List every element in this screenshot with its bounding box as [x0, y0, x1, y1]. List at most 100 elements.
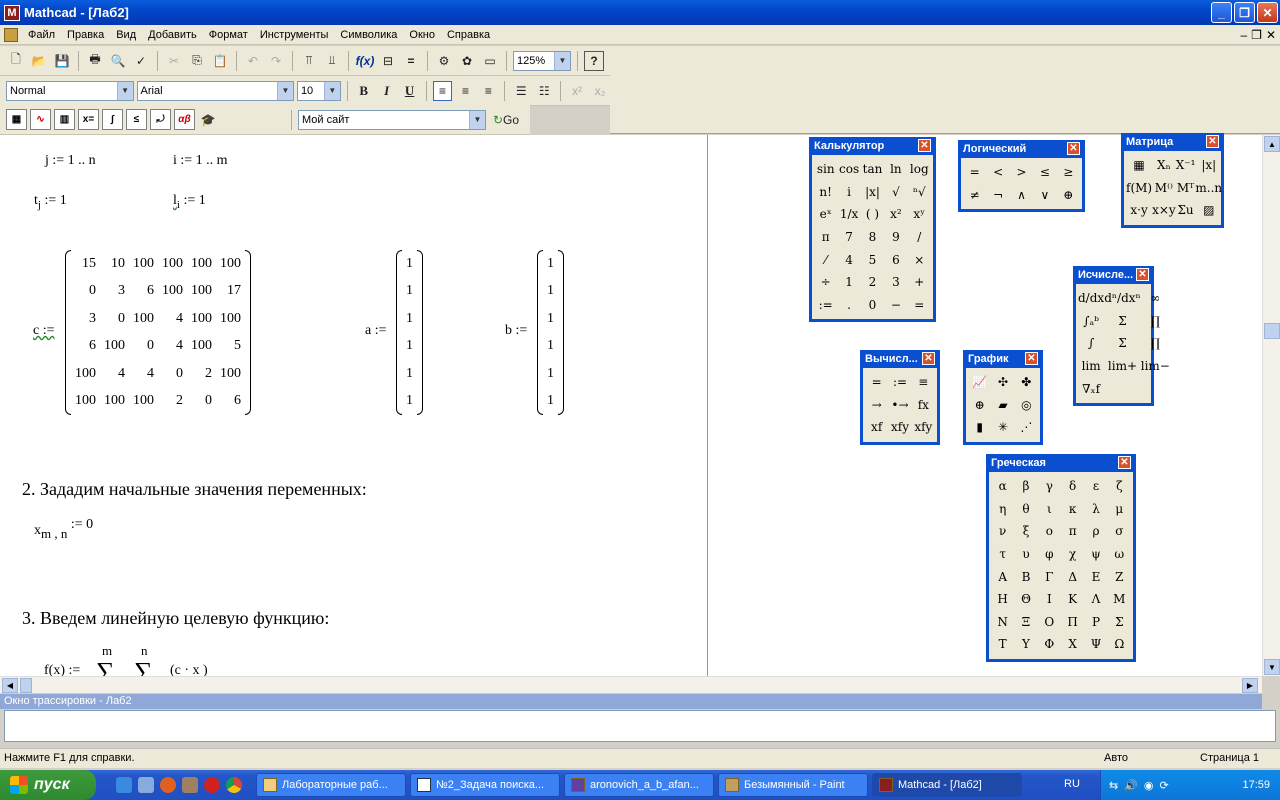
greek-button[interactable]: Ι — [1038, 588, 1061, 611]
c-matrix-cell[interactable]: 4 — [100, 360, 129, 388]
b-label[interactable]: b := — [505, 323, 527, 339]
calculator-button[interactable]: 1/x — [837, 203, 860, 226]
undo-icon[interactable]: ↶ — [243, 51, 263, 71]
palette-titlebar[interactable]: Исчисле... ✕ — [1076, 266, 1151, 284]
boolean-button[interactable]: ≠ — [963, 184, 986, 207]
scroll-left-icon[interactable]: ◀ — [2, 678, 18, 693]
doc-close-button[interactable]: ✕ — [1266, 28, 1276, 42]
calculator-button[interactable]: . — [837, 294, 860, 317]
task-button-word[interactable]: №2_Задача поиска... — [410, 773, 560, 797]
calculator-button[interactable]: |x| — [861, 181, 884, 204]
matrix-button[interactable]: M⁽⁾ — [1152, 177, 1176, 200]
calculator-button[interactable]: tan — [861, 158, 884, 181]
align-top-icon[interactable]: ⫪ — [299, 51, 319, 71]
calculator-button[interactable]: / — [908, 226, 931, 249]
chevron-down-icon[interactable]: ▼ — [276, 81, 293, 100]
calculator-button[interactable]: n! — [814, 181, 837, 204]
c-matrix-cell[interactable]: 100 — [100, 388, 129, 416]
go-button[interactable]: ↻ Go — [489, 110, 523, 130]
b-vector-cell[interactable]: 1 — [543, 305, 558, 333]
greek-button[interactable]: Ν — [991, 611, 1014, 634]
opera-icon[interactable] — [204, 777, 220, 793]
doc-restore-button[interactable]: ❐ — [1251, 28, 1262, 42]
boolean-button[interactable]: > — [1010, 161, 1033, 184]
calculator-button[interactable]: = — [908, 294, 931, 317]
calculator-button[interactable]: 8 — [861, 226, 884, 249]
c-matrix-cell[interactable]: 0 — [71, 278, 100, 306]
menu-file[interactable]: Файл — [22, 29, 61, 41]
b-vector-cell[interactable]: 1 — [543, 278, 558, 306]
greek-button[interactable]: Σ — [1108, 611, 1131, 634]
c-matrix-cell[interactable]: 100 — [158, 250, 187, 278]
calculator-button[interactable]: eˣ — [814, 203, 837, 226]
c-matrix-cell[interactable]: 0 — [187, 388, 216, 416]
close-icon[interactable]: ✕ — [1067, 142, 1080, 155]
c-matrix-cell[interactable]: 17 — [216, 278, 245, 306]
section-2-heading[interactable]: 2. Зададим начальные значения переменных… — [22, 479, 367, 500]
greek-button[interactable]: ζ — [1108, 475, 1131, 498]
calculus-button[interactable]: lim− — [1141, 355, 1170, 378]
volume-icon[interactable]: 🔊 — [1124, 779, 1138, 792]
evaluation-palette-icon[interactable]: x= — [78, 109, 99, 130]
graph-button[interactable]: ▰ — [991, 394, 1014, 417]
greek-button[interactable]: β — [1014, 475, 1037, 498]
boolean-button[interactable]: < — [986, 161, 1009, 184]
menu-window[interactable]: Окно — [403, 29, 441, 41]
greek-button[interactable]: Μ — [1108, 588, 1131, 611]
calculator-palette[interactable]: Калькулятор ✕ sin cos tan ln log n! i |x| √ ⁿ√ eˣ 1… — [809, 137, 936, 323]
symbolic-palette-icon[interactable]: 🎓 — [198, 110, 218, 130]
matrix-button[interactable]: Xₙ — [1152, 154, 1176, 177]
greek-button[interactable]: Ρ — [1084, 611, 1107, 634]
greek-button[interactable]: τ — [991, 543, 1014, 566]
greek-button[interactable]: α — [991, 475, 1014, 498]
resource-url-select[interactable]: Мой сайт ▼ — [298, 109, 486, 130]
trace-window-title[interactable]: Окно трассировки - Лаб2 — [0, 694, 1262, 709]
calculator-button[interactable]: 9 — [884, 226, 907, 249]
boolean-button[interactable]: ≥ — [1057, 161, 1080, 184]
calculator-button[interactable]: − — [884, 294, 907, 317]
language-indicator[interactable]: RU — [1064, 778, 1080, 790]
menu-symbolics[interactable]: Символика — [334, 29, 403, 41]
trace-window-body[interactable] — [4, 710, 1276, 742]
calculus-palette[interactable]: Исчисле... ✕ d/dx dⁿ/dxⁿ ∞ ∫ₐᵇ Σ ∏ ∫ Σ ∏ lim lim+ l… — [1073, 266, 1170, 406]
palette-titlebar[interactable]: Логический ✕ — [961, 140, 1082, 158]
save-icon[interactable]: 💾 — [52, 51, 72, 71]
font-size-select[interactable]: 10 ▼ — [296, 80, 341, 101]
copy-icon[interactable]: ⎘ — [187, 51, 207, 71]
menu-edit[interactable]: Правка — [61, 29, 110, 41]
close-icon[interactable]: ✕ — [1206, 135, 1219, 148]
update-icon[interactable]: ⟳ — [1160, 779, 1169, 792]
c-matrix-cell[interactable]: 4 — [129, 360, 158, 388]
greek-button[interactable]: δ — [1061, 475, 1084, 498]
network-icon[interactable]: ⇆ — [1109, 779, 1118, 792]
matrix-palette-icon[interactable]: ▥ — [54, 109, 75, 130]
calculus-button[interactable]: ∏ — [1141, 332, 1170, 355]
matrix-palette[interactable]: Матрица ✕ ▦ Xₙ X⁻¹ |x| f(M) M⁽⁾ Mᵀ m..n x·y x×y Σu… — [1121, 133, 1224, 228]
insert-component-icon[interactable]: ⚙ — [434, 51, 454, 71]
c-matrix-cell[interactable]: 100 — [187, 250, 216, 278]
chevron-down-icon[interactable]: ▼ — [116, 81, 133, 100]
calculator-palette-icon[interactable]: ▦ — [6, 109, 27, 130]
doc-minimize-button[interactable]: – — [1240, 28, 1247, 42]
greek-button[interactable]: Ξ — [1014, 611, 1037, 634]
c-matrix-cell[interactable]: 2 — [158, 388, 187, 416]
greek-button[interactable]: ξ — [1014, 520, 1037, 543]
greek-button[interactable]: ρ — [1084, 520, 1107, 543]
calculator-button[interactable]: x² — [884, 203, 907, 226]
greek-button[interactable]: γ — [1038, 475, 1061, 498]
j-range-definition[interactable]: j := 1 .. n — [45, 153, 96, 169]
evaluation-button[interactable]: xfy — [888, 416, 911, 439]
c-matrix[interactable]: 15 10 100 100 100 100 0 3 6 100 100 17 3 0 100 4 100 100 6… — [65, 250, 251, 415]
greek-button[interactable]: Ψ — [1084, 633, 1107, 656]
greek-button[interactable]: Υ — [1014, 633, 1037, 656]
c-matrix-cell[interactable]: 100 — [187, 278, 216, 306]
a-vector-cell[interactable]: 1 — [402, 250, 417, 278]
bold-button[interactable]: B — [354, 81, 374, 101]
menu-view[interactable]: Вид — [110, 29, 142, 41]
matrix-button[interactable]: x·y — [1126, 199, 1152, 222]
calculator-button[interactable]: ⁄ — [814, 248, 837, 271]
matrix-button[interactable]: Σu — [1176, 199, 1196, 222]
calculator-button[interactable]: × — [908, 248, 931, 271]
greek-button[interactable]: χ — [1061, 543, 1084, 566]
matrix-button[interactable]: f(M) — [1126, 177, 1152, 200]
